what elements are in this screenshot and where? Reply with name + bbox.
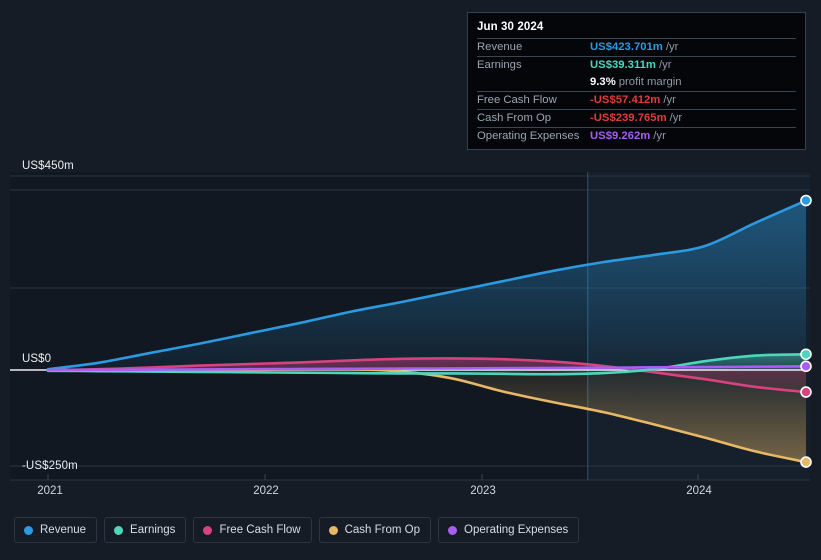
- tooltip-row-suffix: /yr: [669, 112, 683, 124]
- x-axis-label-2023: 2023: [470, 485, 496, 497]
- series-endpoint-cash-from-op[interactable]: [800, 456, 812, 468]
- series-endpoint-free-cash-flow[interactable]: [800, 386, 812, 398]
- tooltip-row-label: Operating Expenses: [477, 130, 580, 142]
- legend-item-label: Earnings: [130, 524, 176, 536]
- legend-color-dot-icon: [114, 525, 124, 535]
- tooltip-row: Cash From Op -US$239.765m/yr: [477, 109, 796, 127]
- legend-item-label: Cash From Op: [344, 524, 421, 536]
- series-endpoint-operating-expenses[interactable]: [800, 360, 812, 373]
- tooltip-row: Operating Expenses US$9.262m/yr: [477, 127, 796, 145]
- tooltip-row-label: Earnings: [477, 59, 522, 71]
- legend-item-label: Free Cash Flow: [219, 524, 301, 536]
- tooltip-row-value: US$9.262m: [590, 130, 651, 142]
- legend-color-dot-icon: [203, 525, 213, 535]
- series-endpoint-revenue[interactable]: [800, 194, 812, 207]
- tooltip-row-value: -US$239.765m: [590, 112, 667, 124]
- tooltip-row-label: Cash From Op: [477, 112, 552, 124]
- legend-item-earnings[interactable]: Earnings: [104, 517, 187, 543]
- legend-color-dot-icon: [24, 525, 33, 535]
- legend-color-dot-icon: [448, 525, 458, 535]
- tooltip-row-label: Revenue: [477, 41, 523, 53]
- y-axis-label-max: US$450m: [22, 160, 74, 172]
- legend-item-operating-expenses[interactable]: Operating Expenses: [438, 517, 580, 543]
- legend-item-label: Operating Expenses: [464, 524, 569, 536]
- x-axis-label-2024: 2024: [686, 485, 712, 497]
- financial-chart-page: US$450m US$0 -US$250m 2021 2022 2023 202…: [0, 0, 821, 560]
- legend-item-cash-from-op[interactable]: Cash From Op: [318, 517, 432, 543]
- chart-legend: Revenue Earnings Free Cash Flow Cash From O…: [14, 517, 580, 543]
- tooltip-row-value: US$423.701m: [590, 41, 663, 53]
- legend-item-label: Revenue: [40, 524, 87, 536]
- legend-item-free-cash-flow[interactable]: Free Cash Flow: [193, 517, 312, 543]
- y-axis-label-min: -US$250m: [22, 460, 78, 472]
- y-axis-label-zero: US$0: [22, 353, 52, 365]
- tooltip-row-suffix: /yr: [658, 59, 672, 71]
- tooltip-row: Earnings US$39.311m/yr: [477, 56, 796, 74]
- tooltip-row-value: -US$57.412m: [590, 94, 661, 106]
- data-tooltip: Jun 30 2024 Revenue US$423.701m/yr Earning…: [467, 12, 806, 150]
- tooltip-row-suffix: /yr: [653, 130, 666, 142]
- tooltip-row: Revenue US$423.701m/yr: [477, 38, 796, 56]
- tooltip-date: Jun 30 2024: [477, 21, 544, 33]
- tooltip-row: 9.3% profit margin: [477, 74, 796, 91]
- series-endpoint-earnings[interactable]: [800, 348, 812, 361]
- tooltip-row-value: 9.3%: [590, 76, 616, 88]
- tooltip-row: Free Cash Flow -US$57.412m/yr: [477, 91, 796, 109]
- tooltip-row-value: US$39.311m: [590, 59, 656, 71]
- tooltip-rows: Revenue US$423.701m/yr Earnings US$39.311m /…: [477, 38, 796, 145]
- tooltip-row-suffix: profit margin: [618, 76, 682, 88]
- tooltip-row-suffix: /yr: [665, 41, 679, 53]
- tooltip-row-label: Free Cash Flow: [477, 94, 557, 106]
- x-axis-label-2021: 2021: [37, 485, 63, 497]
- legend-color-dot-icon: [328, 525, 338, 535]
- tooltip-row-suffix: /yr: [663, 94, 676, 106]
- x-axis-label-2022: 2022: [253, 485, 279, 497]
- legend-item-revenue[interactable]: Revenue: [14, 517, 98, 543]
